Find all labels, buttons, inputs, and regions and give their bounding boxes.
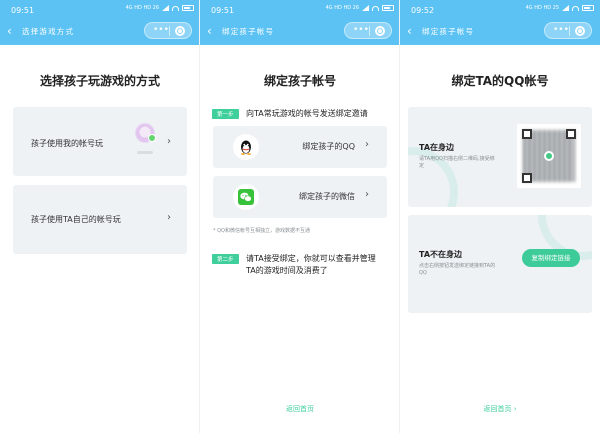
screen-choose-mode: 09:51 4G HD HD 26 ‹ 选择游戏方式 ••• 选择孩子玩游戏的方… xyxy=(0,0,200,433)
more-dots-icon[interactable]: ••• xyxy=(353,25,369,35)
qr-corner xyxy=(522,129,532,139)
step1-text: 向TA常玩游戏的帐号发送绑定邀请 xyxy=(246,109,368,118)
status-time: 09:52 xyxy=(411,6,435,15)
battery-icon xyxy=(382,5,394,11)
option-label: 孩子使用TA自己的帐号玩 xyxy=(31,215,121,224)
top-bar: 09:52 4G HD HD 25 ‹ 绑定孩子帐号 ••• xyxy=(400,0,600,45)
chevron-right-icon: › xyxy=(167,212,171,223)
status-icons: 4G HD HD 26 xyxy=(126,5,194,11)
wifi-icon xyxy=(572,5,579,11)
chevron-right-icon: › xyxy=(365,189,369,200)
copy-link-button[interactable]: 复制绑定链接 xyxy=(522,249,580,267)
qr-logo-icon xyxy=(544,151,554,161)
top-bar: 09:51 4G HD HD 26 ‹ 选择游戏方式 ••• xyxy=(0,0,199,45)
nav-title: 选择游戏方式 xyxy=(22,27,75,36)
child-present-card: TA在身边 请TA用QQ扫描右侧二维码,接受绑定 xyxy=(408,107,592,207)
nav-bar: ‹ 绑定孩子帐号 ••• xyxy=(200,17,399,45)
top-bar: 09:51 4G HD HD 26 ‹ 绑定孩子帐号 ••• xyxy=(200,0,399,45)
status-bar: 09:51 4G HD HD 26 xyxy=(0,0,199,17)
wifi-icon xyxy=(172,5,179,11)
option-my-account[interactable]: 孩子使用我的帐号玩 › xyxy=(13,107,187,176)
bind-wechat-button[interactable]: 绑定孩子的微信 › xyxy=(213,176,387,218)
battery-icon xyxy=(182,5,194,11)
mini-program-capsule: ••• xyxy=(344,22,392,39)
home-link[interactable]: 返回首页 xyxy=(200,404,399,414)
status-time: 09:51 xyxy=(11,6,35,15)
qr-corner xyxy=(566,129,576,139)
status-icons: 4G HD HD 25 xyxy=(526,5,594,11)
avatar-nickname xyxy=(137,151,153,154)
close-circle-icon[interactable] xyxy=(575,26,585,36)
capsule-divider xyxy=(169,26,170,36)
chevron-right-icon: › xyxy=(365,139,369,150)
present-title: TA在身边 xyxy=(419,143,455,152)
bind-wechat-label: 绑定孩子的微信 xyxy=(299,192,355,201)
status-bar: 09:51 4G HD HD 26 xyxy=(200,0,399,17)
bind-qq-button[interactable]: 绑定孩子的QQ › xyxy=(213,126,387,168)
screen-bind-account: 09:51 4G HD HD 26 ‹ 绑定孩子帐号 ••• 绑定孩子帐号 第一… xyxy=(200,0,400,433)
child-absent-card: TA不在身边 点击右侧按钮发送绑定链接到TA的QQ 复制绑定链接 xyxy=(408,215,592,313)
nav-title: 绑定孩子帐号 xyxy=(222,27,275,36)
page-title: 选择孩子玩游戏的方式 xyxy=(39,74,160,88)
present-desc: 请TA用QQ扫描右侧二维码,接受绑定 xyxy=(419,156,495,169)
option-own-account[interactable]: 孩子使用TA自己的帐号玩 › xyxy=(13,185,187,254)
step-badge: 第二步 xyxy=(212,254,239,264)
screens-row: 09:51 4G HD HD 26 ‹ 选择游戏方式 ••• 选择孩子玩游戏的方… xyxy=(0,0,600,433)
wifi-icon xyxy=(372,5,379,11)
qr-corner xyxy=(522,173,532,183)
close-circle-icon[interactable] xyxy=(175,26,185,36)
close-circle-icon[interactable] xyxy=(375,26,385,36)
bind-qq-label: 绑定孩子的QQ xyxy=(302,142,355,151)
step2-text-line1: 请TA接受绑定，你就可以查看并管理 xyxy=(246,254,376,263)
status-time: 09:51 xyxy=(211,6,235,15)
home-link[interactable]: 返回首页 › xyxy=(400,404,600,414)
page-title: 绑定孩子帐号 xyxy=(263,74,336,88)
absent-title: TA不在身边 xyxy=(419,250,463,259)
option-label: 孩子使用我的帐号玩 xyxy=(31,139,103,148)
battery-icon xyxy=(582,5,594,11)
more-dots-icon[interactable]: ••• xyxy=(553,25,569,35)
avatar xyxy=(135,123,156,143)
network-label: 4G HD HD 25 xyxy=(525,5,559,11)
absent-desc: 点击右侧按钮发送绑定链接到TA的QQ xyxy=(419,263,496,276)
mini-program-capsule: ••• xyxy=(144,22,192,39)
screen-bind-qq: 09:52 4G HD HD 25 ‹ 绑定孩子帐号 ••• 绑定TA的QQ帐号 xyxy=(400,0,600,433)
signal-icon xyxy=(562,5,569,11)
step-badge: 第一步 xyxy=(212,109,239,119)
back-arrow-icon[interactable]: ‹ xyxy=(207,24,219,38)
qq-penguin-icon xyxy=(233,134,259,160)
step2-text-line2: TA的游戏时间及消费了 xyxy=(246,266,328,275)
wechat-icon xyxy=(233,184,259,210)
network-label: 4G HD HD 26 xyxy=(325,5,359,11)
mini-program-capsule: ••• xyxy=(544,22,592,39)
capsule-divider xyxy=(569,26,570,36)
signal-icon xyxy=(162,5,169,11)
nav-title: 绑定孩子帐号 xyxy=(422,27,475,36)
more-dots-icon[interactable]: ••• xyxy=(153,25,169,35)
back-arrow-icon[interactable]: ‹ xyxy=(407,24,419,38)
back-arrow-icon[interactable]: ‹ xyxy=(7,24,19,38)
network-label: 4G HD HD 26 xyxy=(125,5,159,11)
page-title: 绑定TA的QQ帐号 xyxy=(451,74,549,88)
capsule-divider xyxy=(369,26,370,36)
signal-icon xyxy=(362,5,369,11)
chevron-right-icon: › xyxy=(167,136,171,147)
account-note: * QQ和微信帐号互相独立，游戏数据不互通 xyxy=(213,228,310,234)
nav-bar: ‹ 绑定孩子帐号 ••• xyxy=(400,17,600,45)
nav-bar: ‹ 选择游戏方式 ••• xyxy=(0,17,199,45)
status-icons: 4G HD HD 26 xyxy=(326,5,394,11)
qr-code xyxy=(517,124,581,188)
status-bar: 09:52 4G HD HD 25 xyxy=(400,0,600,17)
